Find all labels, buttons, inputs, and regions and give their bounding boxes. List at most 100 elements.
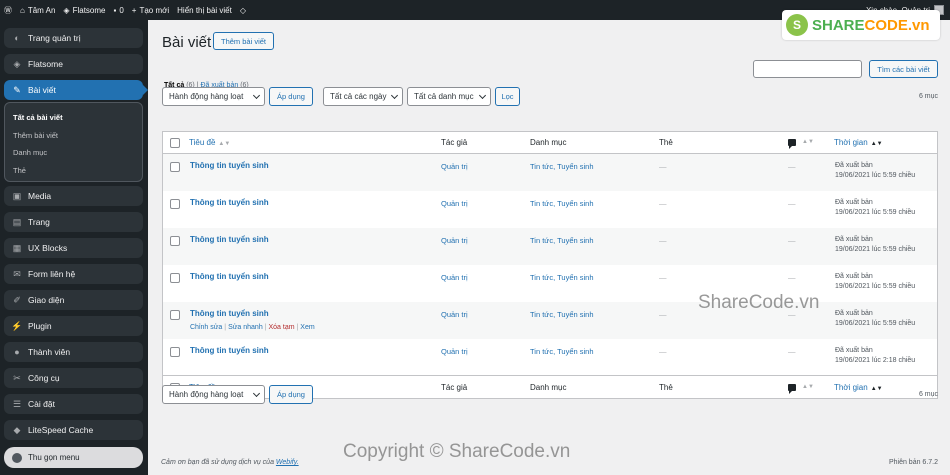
theme-link[interactable]: ◈ Flatsome [59, 0, 109, 20]
submenu-tags[interactable]: Thẻ [13, 162, 142, 180]
column-tags-bottom: Thẻ [659, 383, 673, 392]
comment-icon[interactable] [788, 139, 796, 149]
categories-link[interactable]: Tin tức, Tuyển sinh [530, 236, 594, 245]
search-posts-button[interactable]: Tìm các bài viết [869, 60, 938, 78]
post-title-link[interactable]: Thông tin tuyển sinh [190, 198, 269, 207]
categories-link[interactable]: Tin tức, Tuyển sinh [530, 310, 594, 319]
sidebar-item-label: Form liên hệ [28, 269, 76, 279]
author-link[interactable]: Quản trị [441, 162, 468, 171]
sort-icon[interactable]: ▲▼ [802, 384, 814, 390]
items-count-bottom: 6 mục [918, 391, 938, 398]
items-count-top: 6 mục [918, 93, 938, 100]
tags-value: — [659, 273, 667, 282]
sort-icon[interactable]: ▲▼ [802, 139, 814, 145]
filter-button[interactable]: Lọc [495, 87, 520, 106]
flatsome-icon: ◈ [63, 5, 70, 15]
site-name: Tâm An [27, 5, 56, 15]
submenu-all-posts[interactable]: Tất cả bài viết [13, 109, 142, 127]
chevron-down-icon [390, 91, 399, 100]
sort-icon: ▲▼ [218, 141, 231, 147]
wordpress-icon: Ⓦ [4, 5, 12, 15]
sidebar-item-dashboard[interactable]: ◐ Trang quản trị [4, 28, 143, 48]
user-icon: ● [14, 347, 20, 357]
separator: | [296, 324, 299, 331]
row-checkbox[interactable] [170, 236, 180, 246]
new-content-link[interactable]: + Tạo mới [128, 0, 173, 20]
comment-icon[interactable] [788, 384, 796, 394]
logo-code: CODE.vn [864, 16, 930, 34]
sidebar-item-litespeed[interactable]: ◆ LiteSpeed Cache [4, 420, 143, 440]
sidebar-item-media[interactable]: ▣ Media [4, 186, 143, 206]
column-date-bottom[interactable]: Thời gian ▲▼ [834, 383, 883, 392]
table-row: Thông tin tuyển sinh Quản trị Tin tức, T… [163, 339, 937, 376]
plus-icon: + [131, 5, 137, 15]
wp-logo[interactable]: Ⓦ [0, 0, 16, 20]
author-link[interactable]: Quản trị [441, 310, 468, 319]
bulk-action-select-bottom[interactable]: Hành động hàng loạt [162, 385, 265, 404]
sidebar-item-users[interactable]: ● Thành viên [4, 342, 143, 362]
categories-link[interactable]: Tin tức, Tuyển sinh [530, 347, 594, 356]
sidebar-item-label: Công cụ [28, 373, 60, 383]
row-checkbox[interactable] [170, 310, 180, 320]
site-name-link[interactable]: ⌂ Tâm An [16, 0, 59, 20]
edit-link[interactable]: Chỉnh sửa [190, 324, 222, 331]
bulk-action-select[interactable]: Hành động hàng loạt [162, 87, 265, 106]
footer-brand-link[interactable]: Webify. [276, 459, 299, 466]
trash-link[interactable]: Xóa tạm [268, 324, 294, 331]
row-checkbox[interactable] [170, 199, 180, 209]
submenu-categories[interactable]: Danh mục [13, 144, 142, 162]
sidebar-item-label: Flatsome [28, 59, 63, 69]
post-status: Đã xuất bản [835, 199, 873, 206]
separator: | [224, 324, 227, 331]
comments-value: — [788, 199, 796, 208]
view-link[interactable]: Xem [300, 324, 314, 331]
author-link[interactable]: Quản trị [441, 199, 468, 208]
search-input[interactable] [753, 60, 862, 78]
logo-share: SHARE [812, 16, 865, 34]
author-link[interactable]: Quản trị [441, 273, 468, 282]
sidebar-item-pages[interactable]: ▤ Trang [4, 212, 143, 232]
post-title-link[interactable]: Thông tin tuyển sinh [190, 346, 269, 355]
sidebar-item-plugins[interactable]: ⚡ Plugin [4, 316, 143, 336]
category-filter-select[interactable]: Tất cả danh mục [407, 87, 491, 106]
apply-button[interactable]: Áp dụng [269, 87, 313, 106]
collapse-menu-button[interactable]: Thu gọn menu [4, 447, 143, 468]
sidebar-item-ux-blocks[interactable]: ▦ UX Blocks [4, 238, 143, 258]
author-link[interactable]: Quản trị [441, 347, 468, 356]
sidebar-item-label: Trang quản trị [28, 33, 81, 43]
categories-link[interactable]: Tin tức, Tuyển sinh [530, 162, 594, 171]
sidebar-item-appearance[interactable]: ✐ Giao diện [4, 290, 143, 310]
post-title-link[interactable]: Thông tin tuyển sinh [190, 309, 269, 318]
column-title[interactable]: Tiêu đề ▲▼ [189, 138, 230, 147]
author-link[interactable]: Quản trị [441, 236, 468, 245]
apply-button-bottom[interactable]: Áp dụng [269, 385, 313, 404]
table-row: Thông tin tuyển sinh Quản trị Tin tức, T… [163, 228, 937, 265]
row-checkbox[interactable] [170, 273, 180, 283]
comments-count: 0 [119, 5, 124, 15]
post-title-link[interactable]: Thông tin tuyển sinh [190, 161, 269, 170]
post-title-link[interactable]: Thông tin tuyển sinh [190, 235, 269, 244]
sidebar-item-flatsome[interactable]: ◈ Flatsome [4, 54, 143, 74]
view-posts-link[interactable]: Hiển thị bài viết [173, 0, 236, 20]
sidebar-item-settings[interactable]: ☰ Cài đặt [4, 394, 143, 414]
row-checkbox[interactable] [170, 162, 180, 172]
quick-edit-link[interactable]: Sửa nhanh [228, 324, 263, 331]
diamond-link[interactable]: ◇ [236, 0, 250, 20]
watermark-center: ShareCode.vn [698, 292, 820, 313]
sidebar-item-contact-form[interactable]: ✉ Form liên hệ [4, 264, 143, 284]
submenu-add-post[interactable]: Thêm bài viết [13, 127, 142, 145]
comments-value: — [788, 273, 796, 282]
plugin-icon: ⚡ [11, 320, 23, 331]
comments-link[interactable]: ▪ 0 [109, 0, 127, 20]
add-new-post-button[interactable]: Thêm bài viết [213, 32, 274, 50]
row-checkbox[interactable] [170, 347, 180, 357]
sidebar-item-tools[interactable]: ✂ Công cụ [4, 368, 143, 388]
tags-value: — [659, 347, 667, 356]
select-all-checkbox[interactable] [170, 138, 180, 148]
column-date[interactable]: Thời gian ▲▼ [834, 138, 883, 147]
categories-link[interactable]: Tin tức, Tuyển sinh [530, 273, 594, 282]
post-title-link[interactable]: Thông tin tuyển sinh [190, 272, 269, 281]
categories-link[interactable]: Tin tức, Tuyển sinh [530, 199, 594, 208]
sidebar-item-posts[interactable]: ✎ Bài viết [4, 80, 148, 100]
date-filter-select[interactable]: Tất cả các ngày [323, 87, 403, 106]
